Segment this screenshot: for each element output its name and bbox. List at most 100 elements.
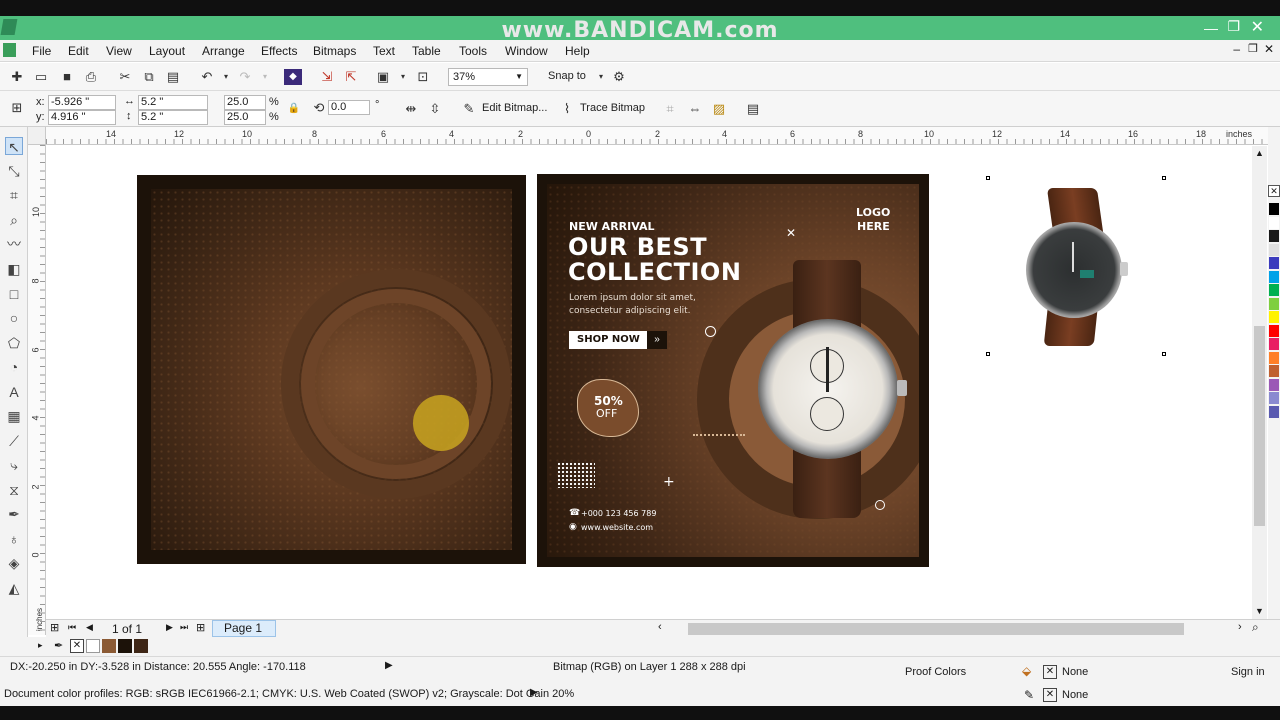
palette-flyout-icon[interactable]: ▸	[38, 640, 43, 651]
new-icon[interactable]: ✚	[8, 69, 26, 85]
tab-page-1[interactable]: Page 1	[212, 620, 276, 637]
publish-pdf-icon[interactable]: ▣	[374, 69, 392, 85]
basic-shapes-tool-icon[interactable]: ◔	[5, 358, 23, 376]
menu-table[interactable]: Table	[412, 44, 441, 58]
palette-swatch[interactable]	[1269, 216, 1279, 229]
full-screen-icon[interactable]: ⊡	[414, 69, 432, 85]
scroll-down-icon[interactable]: ▼	[1255, 606, 1264, 616]
connector-tool-icon[interactable]: ⤷	[5, 456, 23, 474]
undo-dropdown-icon[interactable]: ▾	[217, 69, 235, 85]
palette-swatch[interactable]	[1269, 243, 1279, 256]
ruler-corner[interactable]	[28, 127, 46, 145]
lock-ratio-icon[interactable]: 🔒	[285, 101, 303, 117]
width-field[interactable]: 5.2 "	[138, 95, 208, 110]
minimize-icon[interactable]: —	[1204, 20, 1218, 36]
trace-bitmap-icon[interactable]: ⌇	[558, 101, 576, 117]
menu-file[interactable]: File	[32, 44, 51, 58]
polygon-tool-icon[interactable]: ⬠	[5, 334, 23, 352]
save-icon[interactable]: ■	[58, 69, 76, 85]
color-profiles[interactable]: Document color profiles: RGB: sRGB IEC61…	[4, 688, 574, 700]
palette-swatch[interactable]	[1269, 324, 1279, 337]
vertical-scroll-thumb[interactable]	[1254, 326, 1265, 526]
freehand-tool-icon[interactable]: 〰	[5, 235, 23, 253]
y-position-field[interactable]: 4.916 "	[48, 110, 116, 125]
wrap-text-icon[interactable]: ▤	[744, 101, 762, 117]
status-expand-icon[interactable]: ▶	[385, 660, 393, 671]
ad-artboard[interactable]: NEW ARRIVAL OUR BEST COLLECTION Lorem ip…	[537, 174, 929, 567]
palette-swatch[interactable]	[1269, 297, 1279, 310]
palette-swatch[interactable]	[1269, 257, 1279, 269]
options-icon[interactable]: ⚙	[610, 69, 628, 85]
snap-dropdown-icon[interactable]: ▾	[592, 69, 610, 85]
redo-dropdown-icon[interactable]: ▾	[256, 69, 274, 85]
import-icon[interactable]: ⇲	[318, 69, 336, 85]
resample-icon[interactable]: ⇔	[686, 101, 704, 117]
menu-view[interactable]: View	[106, 44, 132, 58]
pick-tool-icon[interactable]: ↖	[5, 137, 23, 155]
selected-watch-bitmap[interactable]	[986, 176, 1166, 356]
palette-swatch[interactable]	[1269, 203, 1279, 215]
close-icon[interactable]: ✕	[1251, 17, 1264, 37]
first-page-icon[interactable]: ⏮	[68, 622, 76, 633]
vertical-scrollbar[interactable]: ▲ ▼	[1252, 146, 1267, 620]
bitmap-color-mask-icon[interactable]: ▨	[710, 101, 728, 117]
scale-width-field[interactable]: 25.0	[224, 95, 266, 110]
trace-bitmap-button[interactable]: Trace Bitmap	[580, 102, 645, 114]
background-artboard[interactable]	[137, 175, 526, 564]
palette-swatch[interactable]	[1269, 230, 1279, 242]
palette-swatch[interactable]	[1269, 378, 1279, 391]
menu-layout[interactable]: Layout	[149, 44, 185, 58]
copy-icon[interactable]: ⧉	[140, 69, 158, 85]
menu-edit[interactable]: Edit	[68, 44, 89, 58]
scale-height-field[interactable]: 25.0	[224, 110, 266, 125]
hscroll-right-icon[interactable]: ›	[1238, 621, 1242, 633]
crop-tool-icon[interactable]: ⌗	[5, 186, 23, 204]
object-origin-icon[interactable]: ⊞	[8, 100, 26, 116]
menu-bitmaps[interactable]: Bitmaps	[313, 44, 356, 58]
text-tool-icon[interactable]: A	[5, 383, 23, 401]
mirror-horizontal-icon[interactable]: ⇹	[402, 101, 420, 117]
palette-swatch[interactable]	[1269, 405, 1279, 418]
ellipse-tool-icon[interactable]: ○	[5, 309, 23, 327]
outline-tool-icon[interactable]: ♁	[5, 530, 23, 548]
edit-bitmap-button[interactable]: Edit Bitmap...	[482, 102, 547, 114]
profiles-expand-icon[interactable]: ▶	[530, 687, 538, 698]
horizontal-scroll-thumb[interactable]	[688, 623, 1184, 635]
x-position-field[interactable]: -5.926 "	[48, 95, 116, 110]
zoom-tool-icon[interactable]: ⌕	[5, 211, 23, 229]
height-field[interactable]: 5.2 "	[138, 110, 208, 125]
export-icon[interactable]: ⇱	[342, 69, 360, 85]
no-color-swatch[interactable]: ✕	[1268, 185, 1280, 197]
print-icon[interactable]: ⎙	[82, 69, 100, 85]
palette-swatch[interactable]	[1269, 338, 1279, 350]
palette-swatch[interactable]	[1269, 311, 1279, 323]
eyedropper-icon[interactable]: ✒	[54, 639, 63, 652]
selection-handle[interactable]	[1162, 352, 1166, 356]
fill-none-swatch[interactable]: ✕	[1043, 665, 1057, 679]
snap-to-label[interactable]: Snap to	[548, 70, 586, 82]
selection-handle[interactable]	[986, 352, 990, 356]
horizontal-ruler[interactable]: 14 12 10 8 6 4 2 0 2 4 6 8 10 12 14 16 1…	[46, 127, 1270, 145]
hscroll-left-icon[interactable]: ‹	[658, 621, 662, 633]
dimension-tool-icon[interactable]: ⟋	[5, 432, 23, 450]
doc-close-icon[interactable]: ✕	[1264, 42, 1274, 56]
selection-handle[interactable]	[986, 176, 990, 180]
zoom-navigator-icon[interactable]: ⌕	[1252, 620, 1259, 635]
palette-swatch[interactable]	[1269, 270, 1279, 283]
vertical-ruler[interactable]: 10 8 6 4 2 0 inches	[28, 145, 46, 635]
rotation-icon[interactable]: ⟲	[310, 100, 328, 116]
undo-icon[interactable]: ↶	[198, 69, 216, 85]
shape-tool-icon[interactable]: ⤡	[5, 162, 23, 180]
rectangle-tool-icon[interactable]: □	[5, 285, 23, 303]
outline-none-swatch[interactable]: ✕	[1043, 688, 1057, 702]
doc-restore-icon[interactable]: ❐	[1248, 42, 1258, 55]
selection-handle[interactable]	[1162, 176, 1166, 180]
menu-help[interactable]: Help	[565, 44, 590, 58]
mirror-vertical-icon[interactable]: ⇳	[426, 101, 444, 117]
palette-swatch[interactable]	[1269, 284, 1279, 296]
palette-swatch[interactable]	[1269, 351, 1279, 364]
smart-fill-tool-icon[interactable]: ◧	[5, 260, 23, 278]
scroll-up-icon[interactable]: ▲	[1255, 148, 1264, 158]
zoom-select[interactable]: 37% ▼	[448, 68, 528, 86]
menu-text[interactable]: Text	[373, 44, 395, 58]
